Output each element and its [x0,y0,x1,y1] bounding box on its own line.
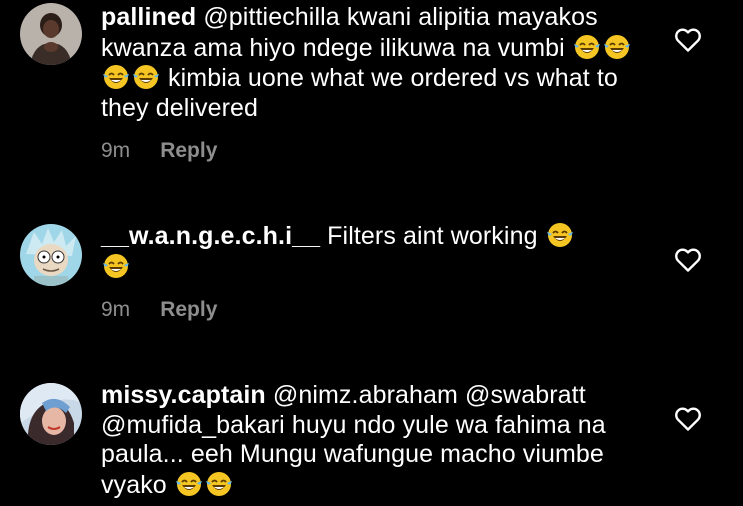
avatar[interactable] [20,3,82,65]
face-with-tears-of-joy-icon [205,471,232,496]
comment-item: pallined @pittiechilla kwani alipitia ma… [0,0,743,190]
heart-icon[interactable] [674,247,702,273]
reply-button[interactable]: Reply [160,298,217,321]
face-with-tears-of-joy-icon [603,34,630,59]
comment-body: Filters aint working [327,222,545,250]
comment-item: __w.a.n.g.e.c.h.i__ Filters aint working… [0,190,743,350]
heart-icon[interactable] [674,406,702,432]
face-with-tears-of-joy-icon [103,253,129,278]
comment-username[interactable]: pallined [101,3,196,31]
comment-meta: 9m Reply [101,139,217,163]
face-with-tears-of-joy-icon [133,65,159,89]
emoji-group [174,471,234,499]
avatar-cartoon-icon [20,224,82,286]
comment-username[interactable]: __w.a.n.g.e.c.h.i__ [101,222,320,250]
heart-icon[interactable] [674,27,702,53]
comment-text: missy.captain @nimz.abraham @swabratt @m… [101,381,661,500]
avatar-photo-icon [20,383,82,445]
comment-time: 9m [101,139,131,162]
reply-button[interactable]: Reply [160,139,217,162]
avatar[interactable] [20,383,82,445]
comment-text: __w.a.n.g.e.c.h.i__ Filters aint working [101,221,661,282]
avatar-photo-icon [20,3,82,65]
face-with-tears-of-joy-icon [546,223,573,247]
avatar[interactable] [20,224,82,286]
comment-time: 9m [101,298,131,321]
face-with-tears-of-joy-icon [103,65,129,89]
comment-body: kimbia uone what we ordered vs what to t… [101,64,618,122]
comment-text: pallined @pittiechilla kwani alipitia ma… [101,3,661,123]
face-with-tears-of-joy-icon [573,34,600,59]
face-with-tears-of-joy-icon [175,471,202,496]
comment-item: missy.captain @nimz.abraham @swabratt @m… [0,350,743,506]
comment-meta: 9m Reply [101,298,217,322]
comment-username[interactable]: missy.captain [101,381,266,409]
